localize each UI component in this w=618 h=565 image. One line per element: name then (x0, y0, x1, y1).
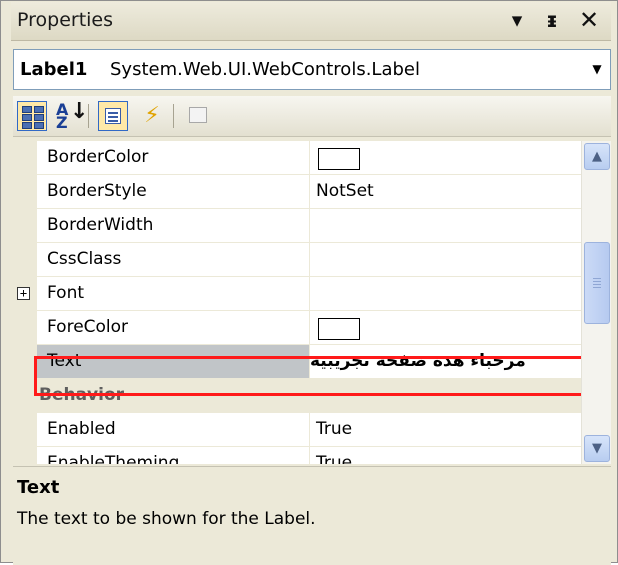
property-row-enabletheming[interactable]: EnableTheming True (13, 447, 581, 464)
close-icon[interactable]: ✕ (577, 6, 601, 34)
property-name: Text (37, 345, 309, 378)
category-row-behavior[interactable]: − Behavior (13, 379, 581, 413)
description-text: The text to be shown for the Label. (17, 509, 316, 529)
property-row-forecolor[interactable]: ForeColor (13, 311, 581, 345)
property-value[interactable]: NotSet (309, 175, 581, 208)
window-title: Properties (17, 9, 114, 31)
object-name: Label1 (20, 59, 88, 80)
scroll-down-button[interactable]: ▼ (584, 435, 610, 462)
properties-icon (105, 108, 121, 124)
property-name: BorderWidth (47, 215, 154, 235)
property-value[interactable]: True (309, 447, 581, 464)
property-name: BorderColor (47, 147, 149, 167)
property-row-font[interactable]: + Font (13, 277, 581, 311)
property-value[interactable] (309, 311, 581, 344)
events-button[interactable]: ⚡ (137, 101, 167, 131)
property-value[interactable] (309, 277, 581, 310)
property-row-enabled[interactable]: Enabled True (13, 413, 581, 447)
property-value[interactable] (309, 209, 581, 242)
title-bar: Properties ▾ ᵻ ✕ (11, 2, 611, 41)
chevron-up-icon: ▲ (592, 149, 602, 164)
toolbar-separator (88, 104, 89, 128)
vertical-scrollbar[interactable]: ▲ ▼ (581, 141, 611, 464)
properties-button[interactable] (98, 101, 128, 131)
alphabetical-button[interactable]: A Z ↓ (53, 101, 88, 131)
object-selector-dropdown[interactable]: Label1 System.Web.UI.WebControls.Label ▼ (13, 49, 611, 90)
property-row-borderstyle[interactable]: BorderStyle NotSet (13, 175, 581, 209)
lightning-icon: ⚡ (144, 103, 160, 128)
color-swatch (318, 148, 360, 170)
color-swatch (318, 318, 360, 340)
properties-toolbar: A Z ↓ ⚡ (13, 96, 611, 137)
property-grid: BorderColor BorderStyle NotSet BorderWid… (13, 141, 611, 464)
auto-hide-pin-icon[interactable]: ᵻ (540, 6, 564, 34)
property-name: BorderStyle (47, 181, 147, 201)
property-row-cssclass[interactable]: CssClass (13, 243, 581, 277)
object-type: System.Web.UI.WebControls.Label (110, 59, 420, 80)
grip-icon (593, 278, 601, 279)
description-title: Text (17, 477, 60, 498)
property-name: EnableTheming (47, 453, 180, 464)
property-name: Enabled (47, 419, 116, 439)
description-pane: Text The text to be shown for the Label. (13, 466, 611, 565)
property-row-text[interactable]: Text مرحباء هذه صفحة تجريبية (13, 345, 581, 379)
property-name: CssClass (47, 249, 122, 269)
property-row-bordercolor[interactable]: BorderColor (13, 141, 581, 175)
property-name: Font (47, 283, 85, 303)
property-pages-button[interactable] (183, 101, 213, 131)
property-value[interactable]: مرحباء هذه صفحة تجريبية (309, 345, 581, 378)
property-value[interactable]: True (309, 413, 581, 446)
categorized-button[interactable] (17, 101, 47, 131)
toolbar-separator (173, 104, 174, 128)
scrollbar-thumb[interactable] (584, 242, 610, 324)
property-value[interactable] (309, 243, 581, 276)
properties-window: Properties ▾ ᵻ ✕ Label1 System.Web.UI.We… (0, 0, 618, 565)
property-pages-icon (189, 107, 207, 123)
dropdown-arrow-icon[interactable]: ▼ (584, 50, 610, 89)
window-position-dropdown-icon[interactable]: ▾ (505, 6, 529, 34)
expand-icon[interactable]: + (17, 287, 30, 300)
chevron-down-icon: ▼ (592, 441, 602, 456)
property-name: ForeColor (47, 317, 129, 337)
scroll-up-button[interactable]: ▲ (584, 143, 610, 170)
property-row-borderwidth[interactable]: BorderWidth (13, 209, 581, 243)
category-name: Behavior (13, 379, 581, 412)
property-value[interactable] (309, 141, 581, 174)
